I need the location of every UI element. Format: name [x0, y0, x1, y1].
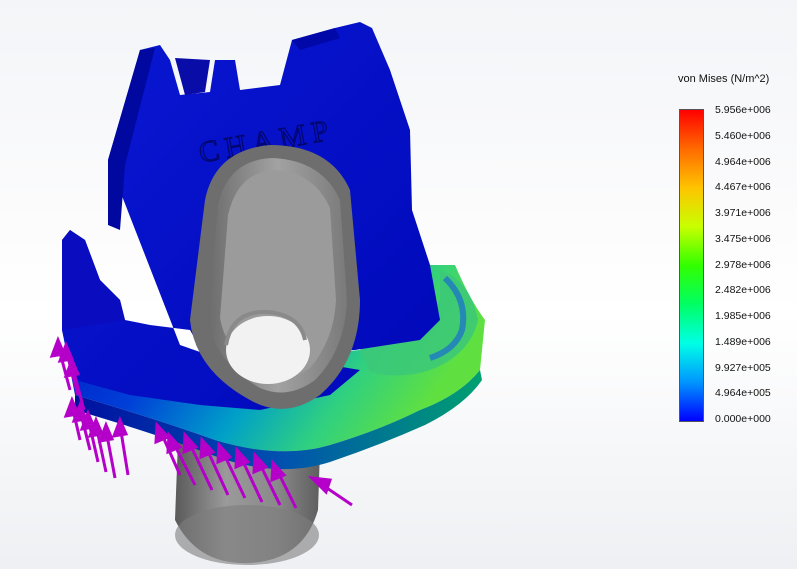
- legend-value-label: 4.964e+006: [715, 155, 771, 168]
- legend-title: von Mises (N/m^2): [678, 73, 770, 85]
- legend-value-label: 2.482e+006: [715, 284, 771, 297]
- graphics-viewport[interactable]: CHAMP von Mises (N/m^2) 5.956e+006 5.460…: [0, 0, 797, 569]
- legend-value-label: 3.971e+006: [715, 207, 771, 219]
- legend-value-label: 3.475e+006: [715, 232, 771, 245]
- legend-value-label: 4.964e+005: [715, 387, 771, 400]
- fea-model-view[interactable]: CHAMP: [0, 0, 797, 569]
- legend-color-bar: [679, 109, 704, 422]
- legend-value-label: 4.467e+006: [715, 181, 771, 194]
- legend-value-label: 2.978e+006: [715, 258, 771, 271]
- legend-value-label: 1.985e+006: [715, 310, 771, 322]
- legend-value-label: 0.000e+000: [715, 413, 771, 425]
- legend-value-label: 9.927e+005: [715, 361, 771, 374]
- legend-value-label: 1.489e+006: [715, 335, 771, 348]
- bore: [190, 145, 360, 409]
- legend-value-label: 5.956e+006: [715, 104, 771, 116]
- legend-value-label: 5.460e+006: [715, 129, 771, 142]
